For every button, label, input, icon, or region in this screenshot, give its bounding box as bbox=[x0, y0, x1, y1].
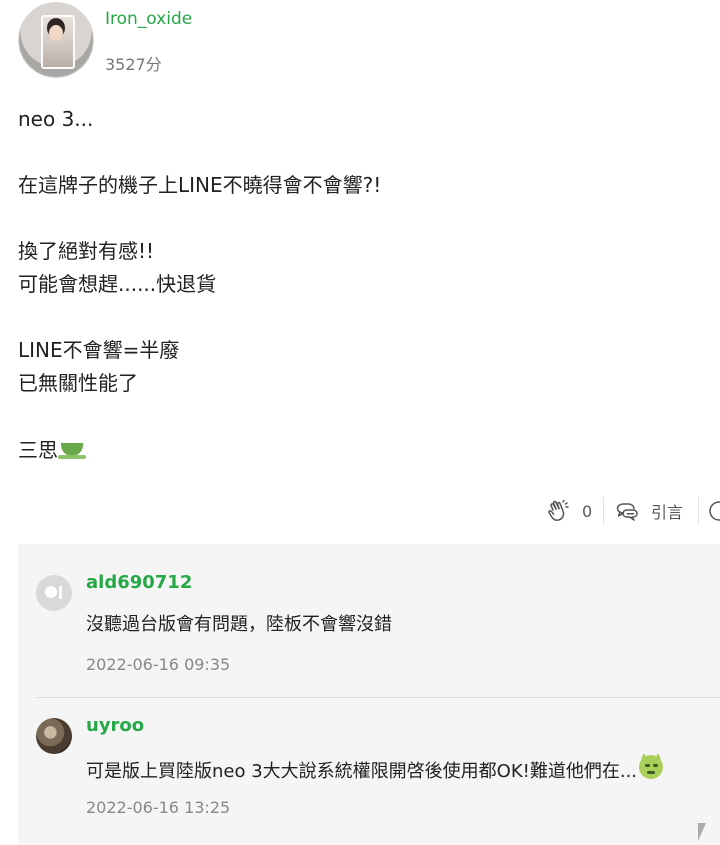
post-header: Iron_oxide 3527分 bbox=[18, 2, 418, 82]
post-line: 已無關性能了 bbox=[18, 371, 138, 395]
post-line: 在這牌子的機子上LINE不曉得會不會響?! bbox=[18, 173, 382, 197]
post-line: neo 3... bbox=[18, 107, 94, 131]
comment-text-row: 可是版上買陸版neo 3大大說系統權限開啓後使用都OK!難道他們在... bbox=[86, 753, 665, 783]
comment-text: 可是版上買陸版neo 3大大說系統權限開啓後使用都OK!難道他們在... bbox=[86, 761, 638, 782]
author-avatar[interactable] bbox=[18, 2, 94, 78]
comment-author-link[interactable]: uyroo bbox=[86, 715, 144, 736]
author-name-link[interactable]: Iron_oxide bbox=[105, 9, 192, 29]
comment-divider bbox=[36, 697, 720, 698]
post-content: neo 3... 在這牌子的機子上LINE不曉得會不會響?! 換了絕對有感!! … bbox=[18, 103, 698, 467]
emoji-reaction-button[interactable] bbox=[708, 495, 720, 527]
mouse-cursor-icon bbox=[698, 823, 706, 841]
comment-timestamp: 2022-06-16 13:25 bbox=[86, 798, 231, 817]
post-line: 可能會想趕......快退貨 bbox=[18, 272, 217, 296]
sick-face-icon bbox=[639, 753, 665, 779]
comment-timestamp: 2022-06-16 09:35 bbox=[86, 655, 231, 674]
author-points: 3527分 bbox=[105, 55, 162, 74]
default-avatar-icon[interactable] bbox=[36, 575, 72, 611]
quote-bubble-icon bbox=[616, 503, 638, 521]
clap-count: 0 bbox=[582, 501, 593, 521]
comments-section: ald690712 沒聽過台版會有問題，陸板不會響沒錯 2022-06-16 0… bbox=[18, 544, 720, 845]
action-divider bbox=[603, 497, 604, 525]
post-actions: 0 引言 bbox=[540, 495, 720, 527]
smiley-icon bbox=[709, 501, 720, 521]
clap-button[interactable]: 0 bbox=[546, 495, 592, 527]
comment-author-link[interactable]: ald690712 bbox=[86, 572, 192, 593]
quote-label: 引言 bbox=[651, 503, 684, 522]
commenter-avatar[interactable] bbox=[36, 718, 72, 754]
post-line: LINE不會響=半廢 bbox=[18, 338, 180, 362]
action-divider bbox=[698, 497, 699, 525]
tea-cup-icon bbox=[58, 437, 88, 461]
post-line: 換了絕對有感!! bbox=[18, 239, 155, 263]
clap-icon bbox=[548, 499, 569, 521]
post-line-last: 三思 bbox=[18, 434, 698, 467]
quote-button[interactable]: 引言 bbox=[615, 495, 683, 527]
post-line: 三思 bbox=[18, 438, 58, 462]
comment-text: 沒聽過台版會有問題，陸板不會響沒錯 bbox=[86, 614, 392, 635]
